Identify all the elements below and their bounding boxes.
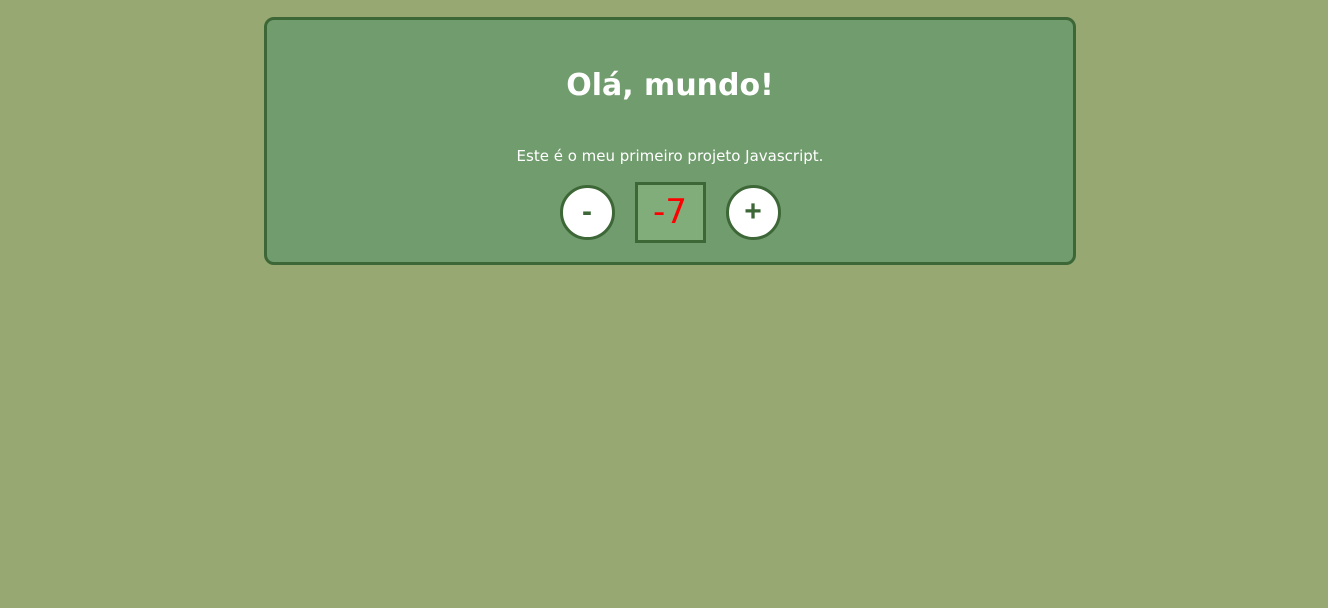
counter-controls: - -7 + <box>267 181 1073 243</box>
main-card: Olá, mundo! Este é o meu primeiro projet… <box>264 17 1076 265</box>
decrement-button[interactable]: - <box>559 184 615 240</box>
counter-value: -7 <box>634 181 706 243</box>
page-title: Olá, mundo! <box>566 68 774 103</box>
page-subtitle: Este é o meu primeiro projeto Javascript… <box>516 147 824 165</box>
increment-button[interactable]: + <box>725 184 781 240</box>
